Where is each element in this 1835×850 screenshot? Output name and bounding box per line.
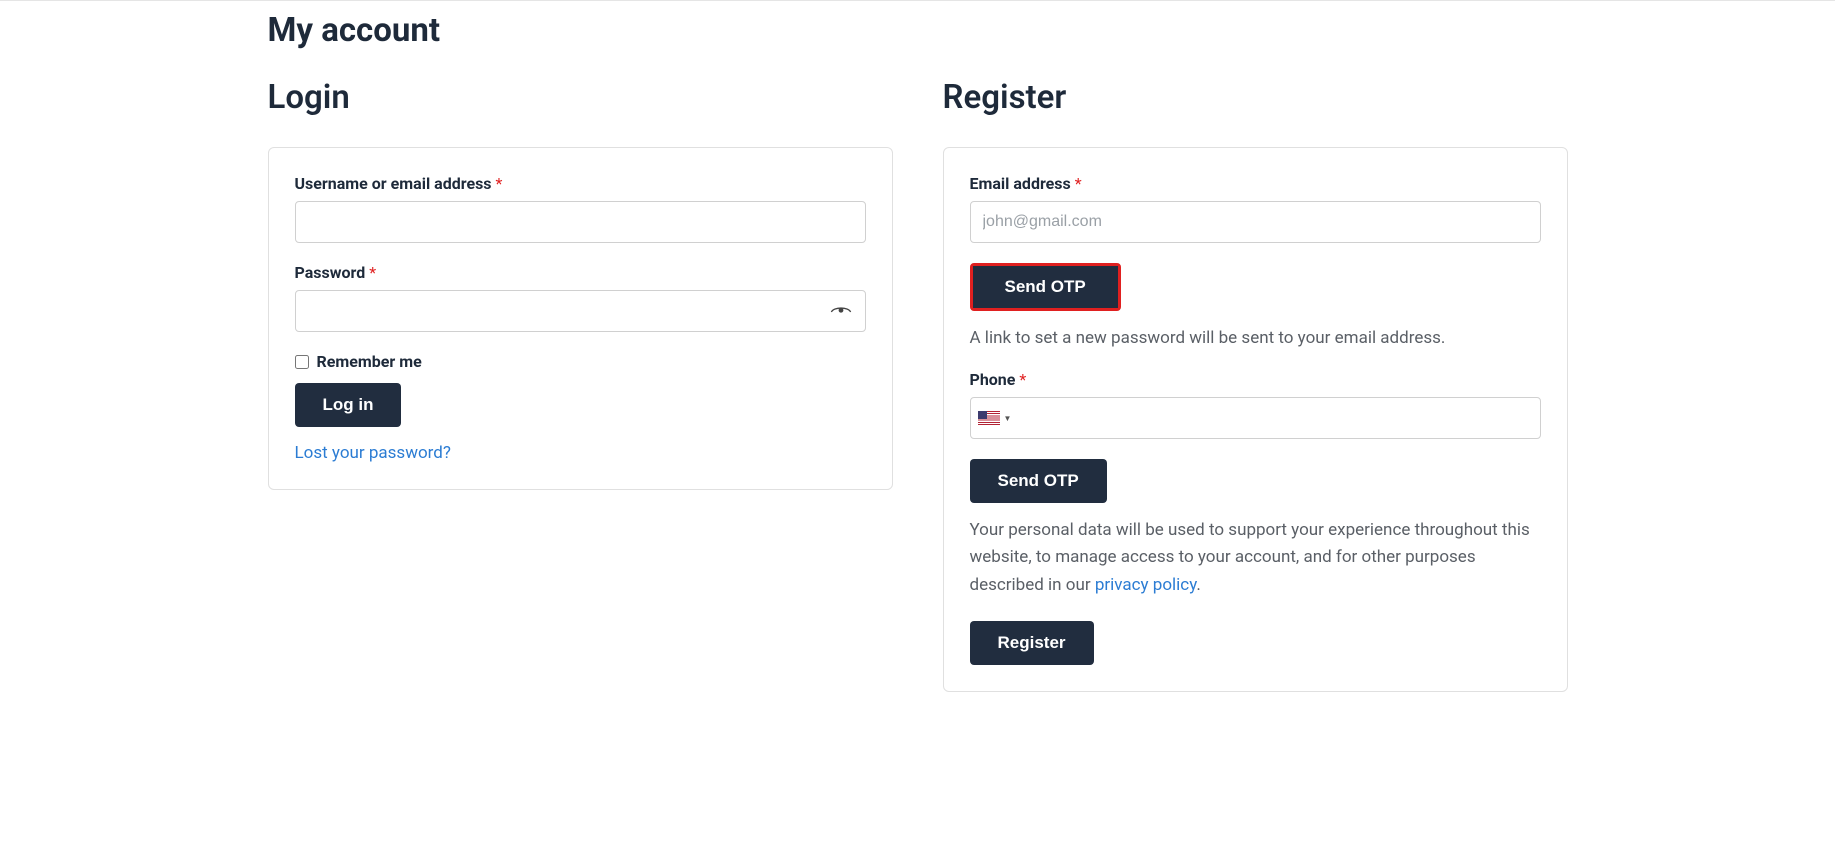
username-input[interactable]: [295, 201, 866, 243]
required-asterisk: *: [1075, 174, 1082, 193]
register-card: Email address * Send OTP A link to set a…: [943, 147, 1568, 692]
us-flag-icon: [978, 411, 1000, 425]
email-label-text: Email address: [970, 174, 1071, 193]
login-button[interactable]: Log in: [295, 383, 402, 427]
email-help-text: A link to set a new password will be sen…: [970, 325, 1541, 352]
username-label-text: Username or email address: [295, 174, 492, 193]
phone-label: Phone *: [970, 370, 1541, 389]
required-asterisk: *: [369, 263, 376, 282]
page-title: My account: [268, 11, 1568, 50]
privacy-text: Your personal data will be used to suppo…: [970, 517, 1541, 599]
country-flag-select[interactable]: ▼: [978, 411, 1012, 425]
register-button[interactable]: Register: [970, 621, 1094, 665]
email-label: Email address *: [970, 174, 1541, 193]
privacy-text-post: .: [1196, 575, 1200, 595]
lost-password-link[interactable]: Lost your password?: [295, 443, 451, 463]
privacy-policy-link[interactable]: privacy policy: [1095, 575, 1197, 595]
send-otp-email-highlight: Send OTP: [970, 263, 1121, 311]
username-label: Username or email address *: [295, 174, 866, 193]
send-otp-email-button[interactable]: Send OTP: [973, 266, 1118, 308]
email-input[interactable]: [970, 201, 1541, 243]
password-label: Password *: [295, 263, 866, 282]
login-card: Username or email address * Password *: [268, 147, 893, 490]
send-otp-phone-button[interactable]: Send OTP: [970, 459, 1107, 503]
register-column: Register Email address * Send OTP A link…: [943, 78, 1568, 692]
remember-label[interactable]: Remember me: [317, 352, 422, 371]
login-column: Login Username or email address * Passwo…: [268, 78, 893, 692]
chevron-down-icon: ▼: [1004, 414, 1012, 423]
required-asterisk: *: [1019, 370, 1026, 389]
remember-checkbox[interactable]: [295, 355, 309, 369]
login-heading: Login: [268, 78, 893, 117]
privacy-text-pre: Your personal data will be used to suppo…: [970, 520, 1530, 594]
phone-input[interactable]: [970, 397, 1541, 439]
eye-icon[interactable]: [830, 304, 852, 318]
register-heading: Register: [943, 78, 1568, 117]
required-asterisk: *: [496, 174, 503, 193]
phone-label-text: Phone: [970, 370, 1016, 389]
password-input[interactable]: [295, 290, 866, 332]
password-label-text: Password: [295, 263, 366, 282]
